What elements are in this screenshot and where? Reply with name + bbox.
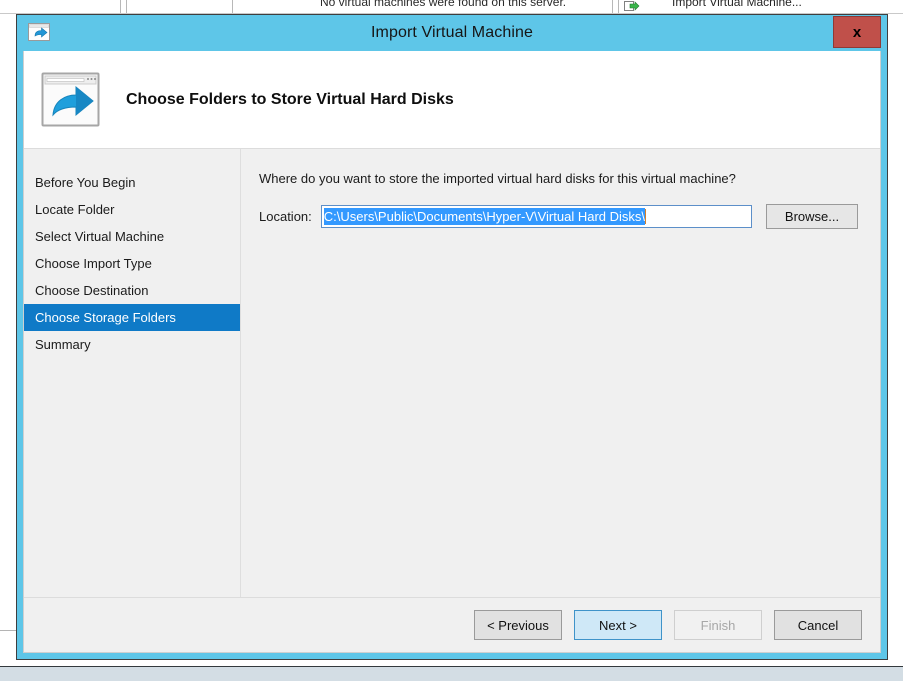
page-title: Choose Folders to Store Virtual Hard Dis… — [126, 90, 454, 108]
import-vm-arrow-icon — [624, 1, 640, 11]
wizard-header: Choose Folders to Store Virtual Hard Dis… — [24, 51, 880, 149]
dialog-title: Import Virtual Machine — [371, 24, 533, 41]
background-divider — [618, 0, 619, 14]
background-action-text[interactable]: Import Virtual Machine... — [672, 0, 802, 8]
background-taskbar — [0, 666, 903, 681]
sidebar-item-select-virtual-machine[interactable]: Select Virtual Machine — [24, 223, 240, 250]
previous-button[interactable]: < Previous — [474, 610, 562, 640]
sidebar-item-locate-folder[interactable]: Locate Folder — [24, 196, 240, 223]
close-icon[interactable]: x — [833, 16, 881, 48]
sidebar-item-choose-storage-folders[interactable]: Choose Storage Folders — [24, 304, 240, 331]
import-virtual-machine-dialog: Import Virtual Machine x Choose Folders … — [16, 14, 888, 660]
location-input[interactable]: C:\Users\Public\Documents\Hyper-V\Virtua… — [320, 205, 752, 228]
location-row: Location: C:\Users\Public\Documents\Hype… — [259, 204, 858, 229]
sidebar-item-choose-import-type[interactable]: Choose Import Type — [24, 250, 240, 277]
finish-button: Finish — [674, 610, 762, 640]
background-status-text: No virtual machines were found on this s… — [320, 0, 567, 9]
browse-button[interactable]: Browse... — [766, 204, 858, 229]
dialog-titlebar[interactable]: Import Virtual Machine x — [23, 15, 881, 51]
wizard-step-list: Before You Begin Locate Folder Select Vi… — [24, 149, 241, 597]
background-divider — [120, 0, 121, 14]
instruction-text: Where do you want to store the imported … — [259, 171, 736, 186]
wizard-content: Where do you want to store the imported … — [241, 149, 880, 597]
wizard-footer: < Previous Next > Finish Cancel — [24, 597, 880, 652]
wizard-body: Before You Begin Locate Folder Select Vi… — [24, 149, 880, 597]
import-vm-window-icon — [28, 23, 50, 41]
sidebar-item-before-you-begin[interactable]: Before You Begin — [24, 169, 240, 196]
sidebar-item-summary[interactable]: Summary — [24, 331, 240, 358]
background-divider — [612, 0, 613, 14]
window-with-blue-arrow-icon — [41, 72, 100, 126]
sidebar-item-choose-destination[interactable]: Choose Destination — [24, 277, 240, 304]
location-input-value: C:\Users\Public\Documents\Hyper-V\Virtua… — [323, 208, 646, 225]
background-divider — [126, 0, 127, 14]
cancel-button[interactable]: Cancel — [774, 610, 862, 640]
next-button[interactable]: Next > — [574, 610, 662, 640]
background-divider — [232, 0, 233, 14]
location-label: Location: — [259, 209, 312, 224]
dialog-client-area: Choose Folders to Store Virtual Hard Dis… — [23, 51, 881, 653]
text-caret — [645, 209, 647, 224]
background-window-strip: No virtual machines were found on this s… — [0, 0, 903, 14]
